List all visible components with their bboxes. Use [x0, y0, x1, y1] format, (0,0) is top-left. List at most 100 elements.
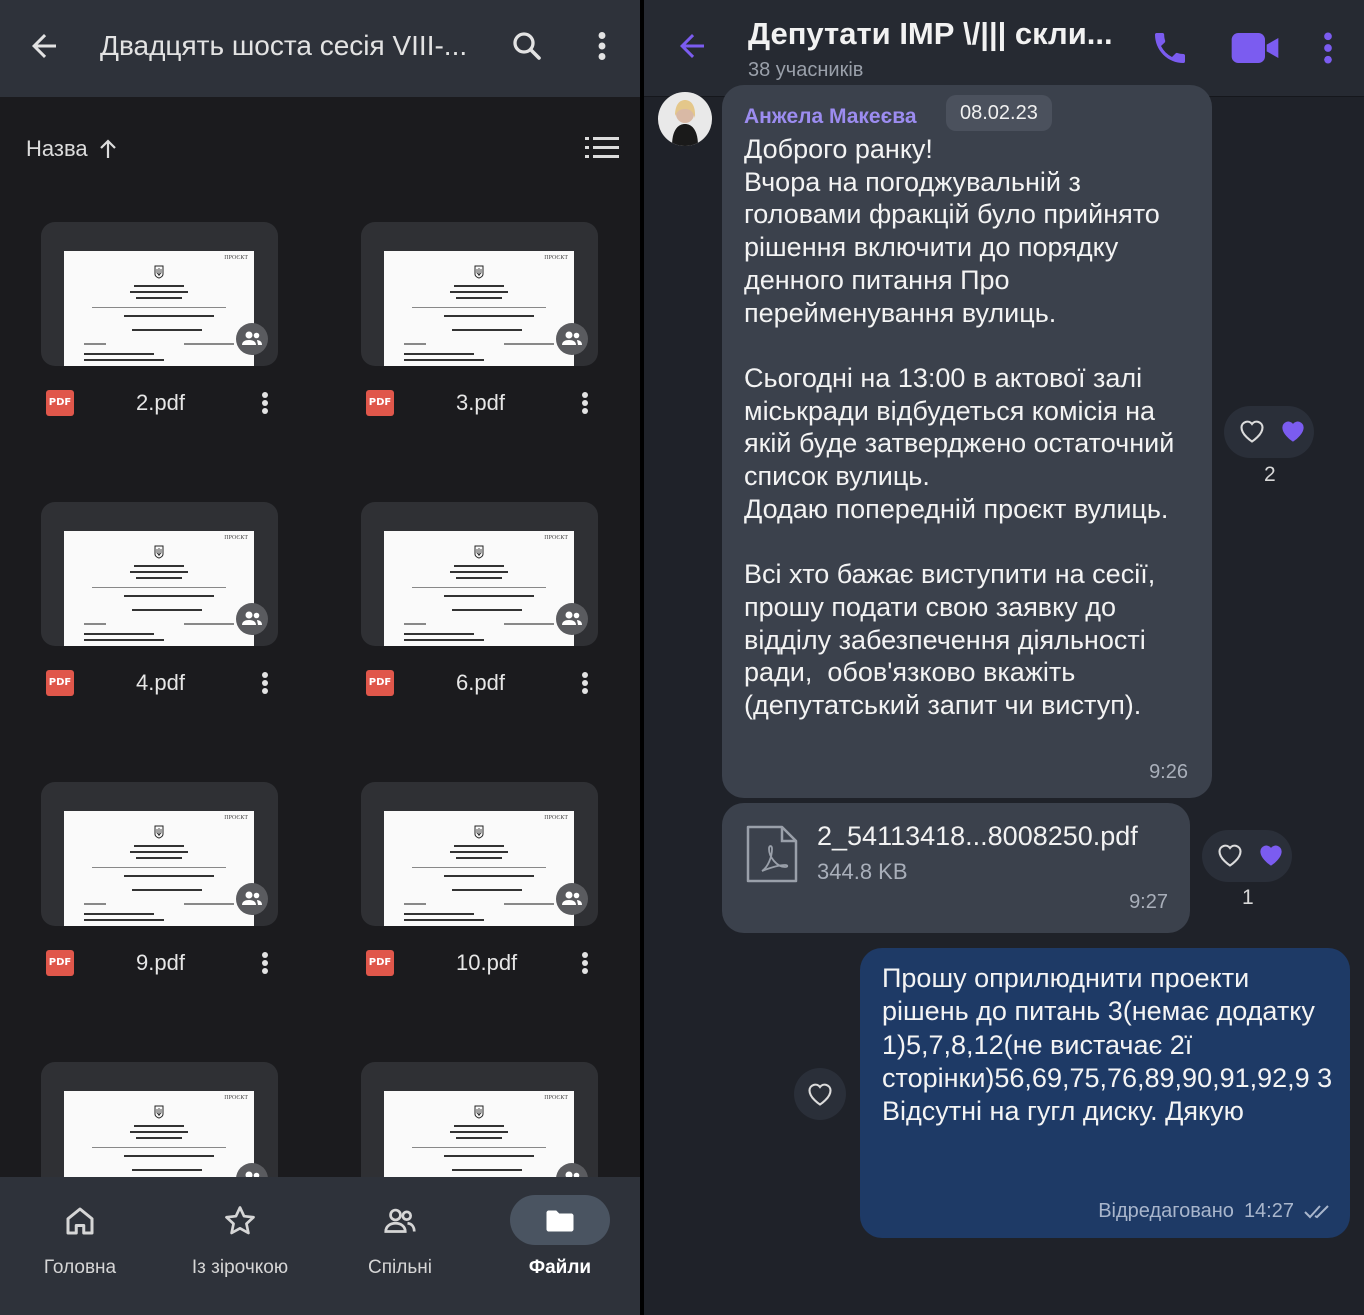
file-item[interactable]: PDF 2.pdf: [46, 388, 276, 418]
reaction-bar[interactable]: [1224, 406, 1314, 458]
sort-control[interactable]: Назва: [26, 134, 118, 164]
search-icon[interactable]: [509, 28, 545, 64]
back-arrow-icon[interactable]: [674, 28, 710, 64]
file-item[interactable]: PDF 4.pdf: [46, 668, 276, 698]
file-item[interactable]: PDF 9.pdf: [46, 948, 276, 978]
nav-starred-label: Із зірочкою: [191, 1257, 289, 1278]
shared-badge: [236, 323, 268, 355]
pdf-icon: PDF: [46, 950, 74, 976]
people-icon: [562, 331, 582, 345]
message-text: Прошу оприлюднити проекти рішень до пита…: [882, 963, 1333, 1127]
thumbnail-label: ПРОЄКТ: [544, 255, 568, 261]
file-message-bubble[interactable]: 2_54113418...8008250.pdf 344.8 KB 9:27: [722, 803, 1190, 933]
drive-top-bar: Двадцять шоста сесія VIII-...: [0, 0, 640, 97]
heart-outline-icon[interactable]: [1238, 418, 1266, 444]
reaction-count: 1: [1242, 886, 1254, 909]
heart-outline-icon: [808, 1083, 832, 1106]
coat-of-arms-icon: [474, 825, 484, 839]
more-vert-icon[interactable]: [261, 668, 269, 698]
thumbnail-label: ПРОЄКТ: [224, 815, 248, 821]
more-vert-icon[interactable]: [581, 388, 589, 418]
thumbnail-label: ПРОЄКТ: [544, 815, 568, 821]
folder-title: Двадцять шоста сесія VIII-...: [100, 30, 468, 61]
bottom-navigation: Головна Із зірочкою Спільні Файли: [0, 1177, 640, 1315]
file-size: 344.8 KB: [817, 859, 908, 884]
message-time: 14:27: [1243, 1200, 1294, 1222]
double-check-icon: [1304, 1204, 1329, 1218]
nav-files[interactable]: Файли: [480, 1177, 640, 1315]
message-meta: Відредаговано 14:27: [1098, 1200, 1334, 1223]
reaction-bar[interactable]: [1202, 830, 1292, 882]
document-preview: ПРОЄКТ: [384, 811, 574, 926]
heart-outline-icon[interactable]: [1216, 842, 1244, 868]
document-preview: ПРОЄКТ: [64, 251, 254, 366]
file-name[interactable]: 2_54113418...8008250.pdf: [817, 821, 1138, 852]
thumbnail-label: ПРОЄКТ: [544, 535, 568, 541]
file-name: 9.pdf: [136, 950, 185, 975]
chat-title[interactable]: Депутати ІМР \/||| скли...: [748, 16, 1118, 52]
thumbnail-label: ПРОЄКТ: [544, 1095, 568, 1101]
file-thumbnail[interactable]: ПРОЄКТ: [41, 222, 278, 366]
people-icon: [562, 891, 582, 905]
list-view-icon[interactable]: [585, 135, 619, 161]
coat-of-arms-icon: [474, 265, 484, 279]
coat-of-arms-icon: [154, 265, 164, 279]
file-item[interactable]: PDF 6.pdf: [366, 668, 596, 698]
more-vert-icon[interactable]: [581, 948, 589, 978]
more-vert-icon[interactable]: [261, 388, 269, 418]
message-time: 9:27: [1129, 891, 1168, 913]
sender-name[interactable]: Анжела Макеєва: [744, 105, 917, 129]
shared-badge: [556, 883, 588, 915]
message-bubble-incoming[interactable]: Анжела Макеєва 08.02.23 Доброго ранку! В…: [722, 85, 1212, 798]
file-thumbnail[interactable]: ПРОЄКТ: [361, 502, 598, 646]
more-vert-icon[interactable]: [261, 948, 269, 978]
phone-icon[interactable]: [1150, 28, 1190, 68]
file-thumbnail[interactable]: ПРОЄКТ: [41, 502, 278, 646]
thumbnail-label: ПРОЄКТ: [224, 1095, 248, 1101]
star-icon: [225, 1206, 255, 1235]
people-icon: [562, 611, 582, 625]
document-preview: ПРОЄКТ: [64, 531, 254, 646]
pdf-icon: PDF: [366, 670, 394, 696]
people-icon: [242, 611, 262, 625]
reaction-count: 2: [1264, 463, 1276, 486]
nav-files-label: Файли: [528, 1257, 592, 1278]
message-text: Доброго ранку! Вчора на погоджувальній з…: [744, 134, 1175, 720]
react-button[interactable]: [794, 1068, 846, 1120]
drive-pane: Двадцять шоста сесія VIII-... Назва ПРОЄ…: [0, 0, 640, 1315]
file-thumbnail[interactable]: ПРОЄКТ: [361, 222, 598, 366]
more-vert-icon[interactable]: [588, 28, 616, 64]
pdf-file-icon: [746, 825, 798, 883]
pdf-icon: PDF: [366, 390, 394, 416]
people-icon: [242, 331, 262, 345]
nav-shared-label: Спільні: [368, 1257, 432, 1278]
video-camera-icon[interactable]: [1230, 28, 1280, 68]
file-name: 4.pdf: [136, 670, 185, 695]
thumbnail-label: ПРОЄКТ: [224, 255, 248, 261]
pdf-icon: PDF: [46, 390, 74, 416]
message-bubble-outgoing[interactable]: Прошу оприлюднити проекти рішень до пита…: [860, 948, 1350, 1238]
file-item[interactable]: PDF 10.pdf: [366, 948, 596, 978]
participants-count: 38 учасників: [748, 59, 864, 81]
more-vert-icon[interactable]: [581, 668, 589, 698]
nav-shared[interactable]: Спільні: [320, 1177, 480, 1315]
back-arrow-icon[interactable]: [26, 28, 62, 64]
nav-home[interactable]: Головна: [0, 1177, 160, 1315]
people-icon: [242, 891, 262, 905]
arrow-up-icon: [99, 139, 116, 158]
heart-filled-icon: [1260, 845, 1282, 866]
more-vert-icon[interactable]: [1318, 28, 1338, 68]
file-item[interactable]: PDF 3.pdf: [366, 388, 596, 418]
file-thumbnail[interactable]: ПРОЄКТ: [361, 782, 598, 926]
home-icon: [66, 1207, 94, 1235]
avatar[interactable]: [658, 92, 712, 146]
message-time: 9:26: [1149, 761, 1188, 783]
document-preview: ПРОЄКТ: [64, 811, 254, 926]
file-name: 3.pdf: [456, 390, 505, 415]
file-thumbnail[interactable]: ПРОЄКТ: [41, 782, 278, 926]
file-name: 6.pdf: [456, 670, 505, 695]
edited-label: Відредаговано: [1098, 1200, 1234, 1222]
coat-of-arms-icon: [154, 825, 164, 839]
shared-badge: [236, 603, 268, 635]
nav-starred[interactable]: Із зірочкою: [160, 1177, 320, 1315]
